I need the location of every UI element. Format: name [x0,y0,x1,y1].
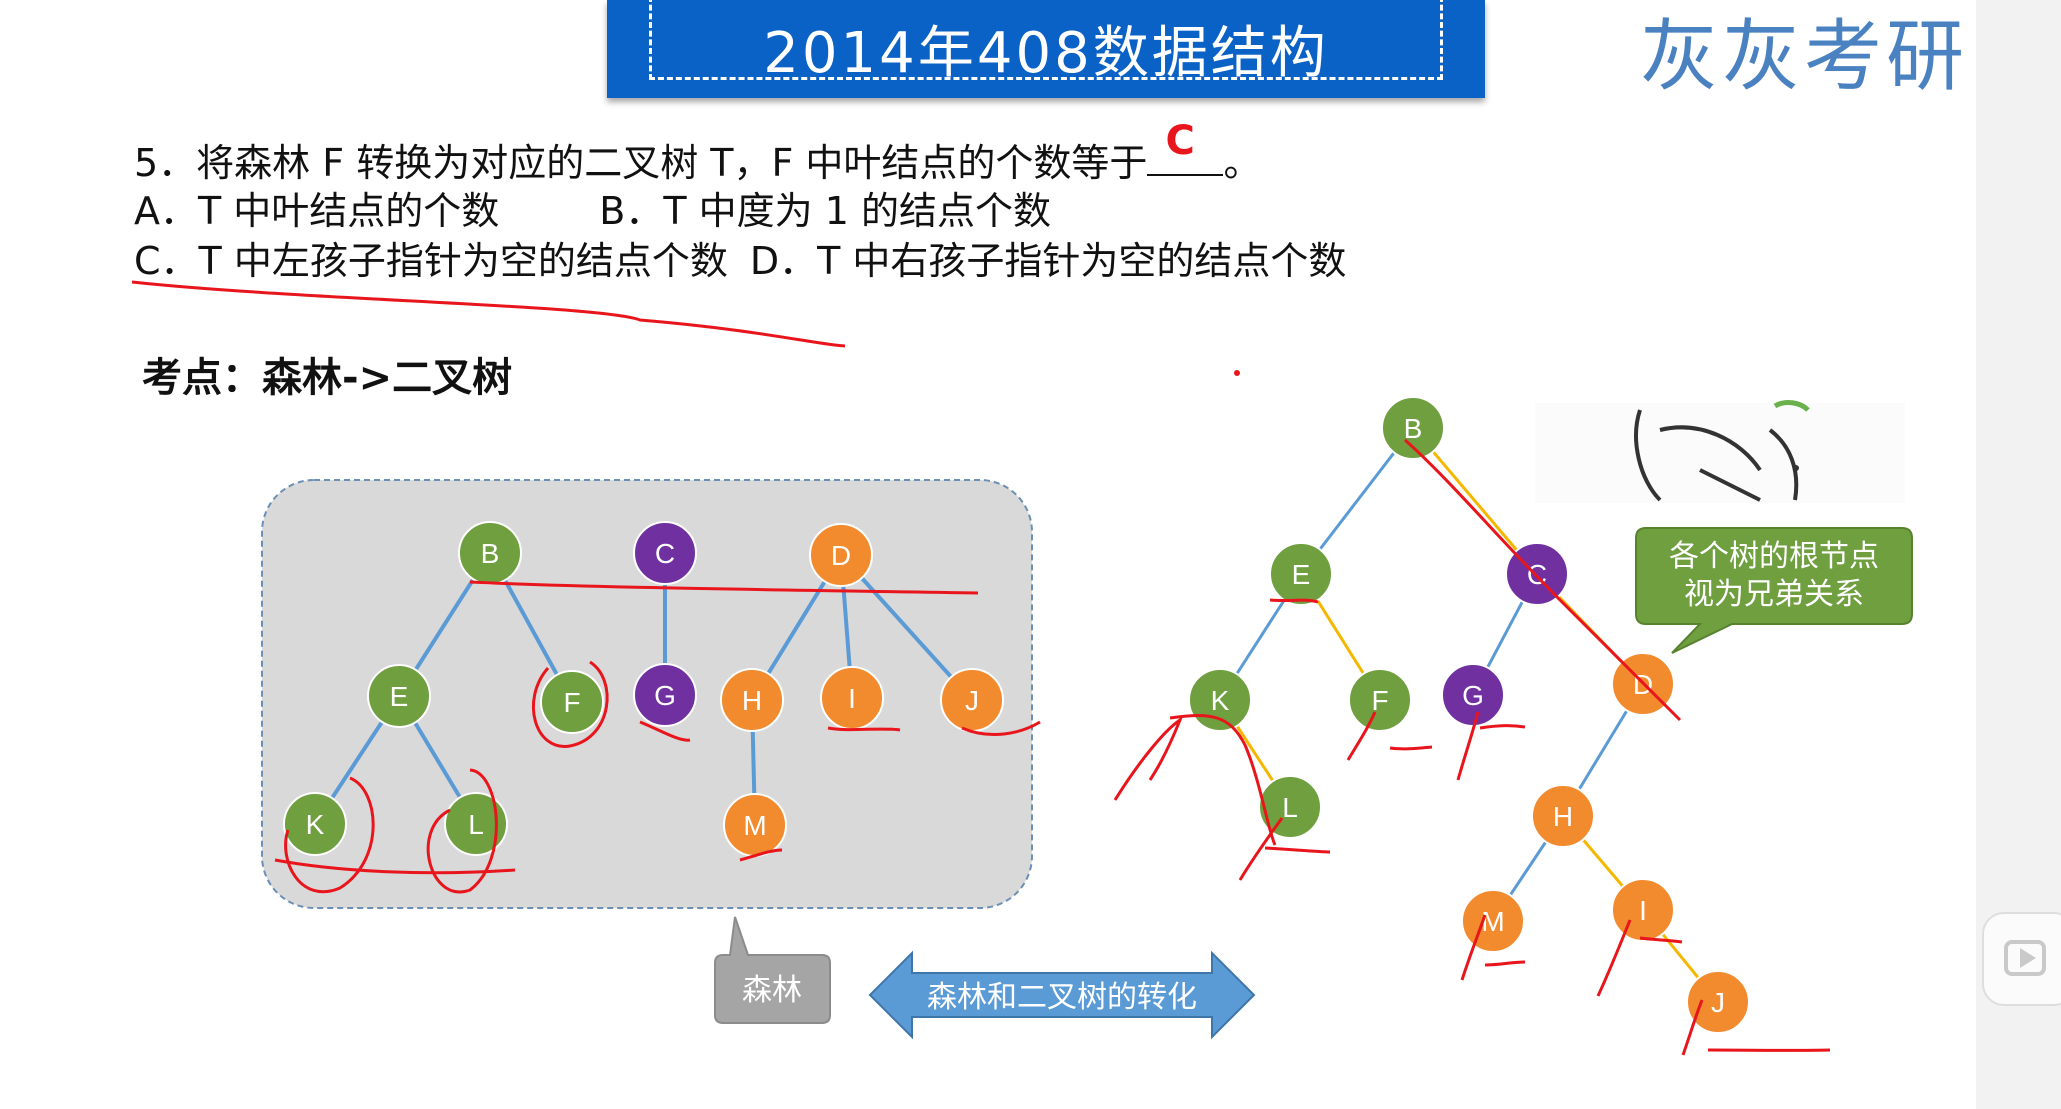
forest-node-label: G [654,680,676,711]
tree-callout: 各个树的根节点 视为兄弟关系 [1635,527,1913,654]
tree-node-label: M [1481,906,1504,937]
forest-node-label: F [563,687,580,718]
tree-node-label: K [1211,685,1230,716]
tree-node-label: H [1553,801,1573,832]
tree-node-label: J [1711,987,1725,1018]
conversion-arrow-label: 森林和二叉树的转化 [927,980,1197,1015]
forest-node-g: G [633,663,697,727]
annotation-underline-option-c [131,280,846,348]
video-play-button[interactable] [1982,912,2061,1006]
tree-node-label: E [1292,559,1311,590]
forest-node-b: B [458,521,522,585]
forest-node-label: L [468,809,484,840]
tree-node-e: E [1269,542,1333,606]
tree-node-m: M [1461,889,1525,953]
cartoon-sketch [1535,400,1905,503]
tree-node-i: I [1611,878,1675,942]
tree-node-k: K [1188,668,1252,732]
annotation-dot [1234,370,1240,376]
conversion-arrow: 森林和二叉树的转化 [868,950,1256,1040]
play-icon [2004,940,2046,976]
forest-node-h: H [720,668,784,732]
forest-node-label: D [831,540,851,571]
forest-node-label: K [306,809,325,840]
tree-callout-line-2: 视为兄弟关系 [1684,577,1864,612]
forest-node-label: M [743,810,766,841]
forest-node-f: F [540,670,604,734]
tree-node-label: I [1639,895,1647,926]
forest-callout-label: 森林 [742,973,802,1008]
diagram-canvas: B C DE F G H I JK L M 森林 森林和二叉树的转化 BE CK F G DL HM IJ [131,280,1913,1056]
tree-node-b: B [1381,396,1445,460]
forest-node-i: I [820,666,884,730]
forest-node-m: M [723,793,787,857]
forest-node-c: C [633,521,697,585]
forest-node-label: H [742,685,762,716]
tree-node-label: F [1371,685,1388,716]
tree-callout-line-1: 各个树的根节点 [1669,539,1879,574]
forest-node-label: J [965,685,979,716]
forest-node-j: J [940,668,1004,732]
forest-node-d: D [809,523,873,587]
forest-node-label: C [655,538,675,569]
tree-node-label: G [1462,680,1484,711]
tree-node-j: J [1686,970,1750,1034]
forest-node-e: E [367,664,431,728]
tree-node-g: G [1441,663,1505,727]
forest-node-label: E [390,681,409,712]
forest-node-k: K [283,792,347,856]
forest-callout: 森林 [714,916,831,1024]
tree-node-label: L [1282,792,1298,823]
tree-node-f: F [1348,668,1412,732]
forest-node-label: B [481,538,500,569]
forest-node-label: I [848,683,856,714]
tree-node-h: H [1531,784,1595,848]
